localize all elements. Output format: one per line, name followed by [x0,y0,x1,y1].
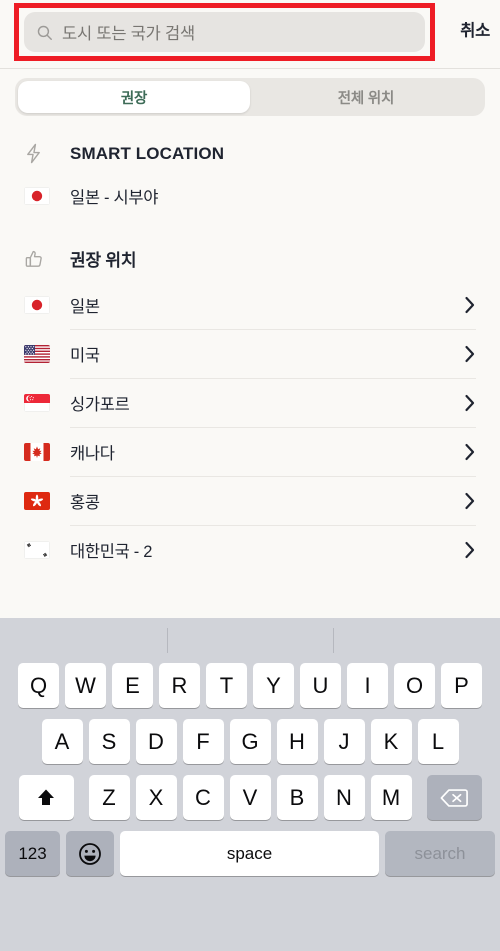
flag-us-icon [24,345,50,363]
keyboard-row-3: Z X C V B N M [0,775,500,820]
thumbs-up-icon [24,249,50,269]
lightning-bolt-icon [24,143,50,164]
key-m[interactable]: M [370,775,412,820]
key-u[interactable]: U [300,663,341,708]
key-r[interactable]: R [159,663,200,708]
chevron-right-icon [465,296,475,314]
search-placeholder-text: 도시 또는 국가 검색 [62,25,195,43]
key-g[interactable]: G [229,719,271,764]
cancel-button[interactable]: 취소 [460,17,490,41]
key-i[interactable]: I [347,663,388,708]
key-t[interactable]: T [206,663,247,708]
keyboard-row-4: 123 space search [0,831,500,876]
search-bar-row: 도시 또는 국가 검색 취소 [0,0,500,68]
prediction-slot-3[interactable] [333,618,500,663]
onscreen-keyboard: Q W E R T Y U I O P A S D F G H J K L Z … [0,618,500,951]
chevron-right-icon [465,541,475,559]
key-o[interactable]: O [394,663,435,708]
key-p[interactable]: P [441,663,482,708]
tabs-container: 권장 전체 위치 [0,69,500,130]
segmented-control: 권장 전체 위치 [15,78,485,116]
key-k[interactable]: K [370,719,412,764]
flag-ca-icon [24,443,50,461]
key-x[interactable]: X [135,775,177,820]
country-label: 캐나다 [70,445,115,463]
prediction-separator [166,628,168,653]
tab-all-locations[interactable]: 전체 위치 [250,81,482,113]
key-v[interactable]: V [229,775,271,820]
key-d[interactable]: D [135,719,177,764]
country-row-southkorea[interactable]: 대한민국 - 2 [24,526,500,574]
flag-kr-icon [24,541,50,559]
key-j[interactable]: J [323,719,365,764]
search-key[interactable]: search [385,831,495,876]
locations-list: SMART LOCATION 일본 - 시부야 권장 위치 일본 미국 싱가포르… [0,130,500,574]
search-input[interactable]: 도시 또는 국가 검색 [24,12,425,52]
section-header-recommended: 권장 위치 [24,218,500,281]
key-l[interactable]: L [417,719,459,764]
country-label: 홍콩 [70,494,100,512]
prediction-separator [333,628,335,653]
keyboard-row-2: A S D F G H J K L [0,719,500,764]
backspace-delete-icon [440,788,468,807]
key-h[interactable]: H [276,719,318,764]
country-label: 싱가포르 [70,396,130,414]
section-header-smart-location: SMART LOCATION [24,130,500,174]
emoji-smiley-icon [79,842,101,865]
country-row-usa[interactable]: 미국 [24,330,500,378]
key-z[interactable]: Z [88,775,130,820]
flag-jp-icon [24,187,50,205]
space-key[interactable]: space [120,831,379,876]
key-f[interactable]: F [182,719,224,764]
chevron-right-icon [465,443,475,461]
key-w[interactable]: W [65,663,106,708]
smart-location-row[interactable]: 일본 - 시부야 [24,174,500,218]
emoji-key[interactable] [66,831,114,876]
key-s[interactable]: S [88,719,130,764]
search-icon [37,25,52,40]
key-c[interactable]: C [182,775,224,820]
flag-jp-icon [24,296,50,314]
country-label: 일본 [70,298,100,316]
country-label: 미국 [70,347,100,365]
prediction-slot-1[interactable] [0,618,167,663]
key-b[interactable]: B [276,775,318,820]
section-title-smart-location: SMART LOCATION [70,143,225,163]
country-row-hongkong[interactable]: 홍콩 [24,477,500,525]
smart-location-label: 일본 - 시부야 [70,189,159,207]
country-row-japan[interactable]: 일본 [24,281,500,329]
country-row-singapore[interactable]: 싱가포르 [24,379,500,427]
key-n[interactable]: N [323,775,365,820]
section-title-recommended: 권장 위치 [70,251,137,270]
location-search-screen: 도시 또는 국가 검색 취소 권장 전체 위치 SMART LOCATION 일… [0,0,500,951]
chevron-right-icon [465,492,475,510]
chevron-right-icon [465,394,475,412]
shift-key[interactable] [18,775,74,820]
prediction-slot-2[interactable] [166,618,334,663]
key-e[interactable]: E [112,663,153,708]
predictive-text-bar [0,618,500,663]
flag-hk-icon [24,492,50,510]
country-label: 대한민국 - 2 [70,543,153,561]
keyboard-row-1: Q W E R T Y U I O P [0,663,500,708]
key-y[interactable]: Y [253,663,294,708]
chevron-right-icon [465,345,475,363]
backspace-key[interactable] [426,775,482,820]
tab-recommended[interactable]: 권장 [18,81,250,113]
key-a[interactable]: A [41,719,83,764]
key-q[interactable]: Q [18,663,59,708]
shift-up-arrow-icon [38,789,54,805]
numbers-key[interactable]: 123 [5,831,60,876]
country-row-canada[interactable]: 캐나다 [24,428,500,476]
flag-sg-icon [24,394,50,412]
